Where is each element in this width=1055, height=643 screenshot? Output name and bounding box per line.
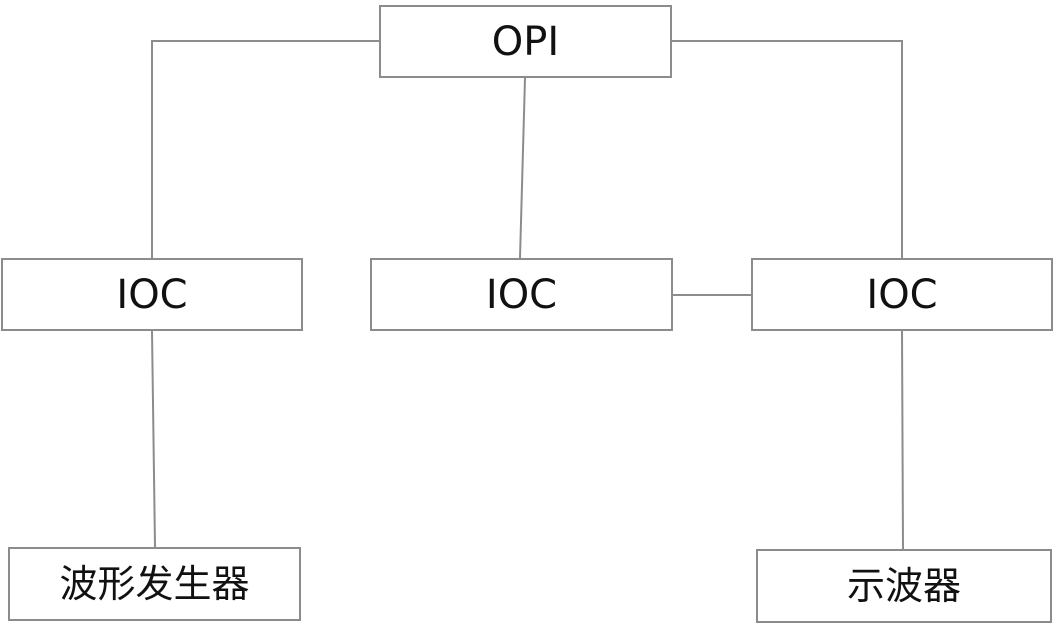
edge-ioc-left-waveform-generator [151, 330, 156, 548]
edge-opi-ioc-left [151, 40, 379, 258]
node-waveform-generator: 波形发生器 [8, 547, 301, 621]
node-ioc-left-label: IOC [116, 271, 188, 318]
system-architecture-diagram: OPI IOC IOC IOC 波形发生器 示波器 [0, 0, 1055, 643]
edge-ioc-right-oscilloscope [901, 330, 904, 550]
edge-opi-ioc-right [672, 40, 903, 258]
edge-opi-ioc-middle [519, 77, 526, 259]
node-ioc-right: IOC [751, 258, 1053, 331]
node-oscilloscope: 示波器 [756, 549, 1052, 623]
node-ioc-left: IOC [1, 258, 303, 331]
node-ioc-right-label: IOC [866, 271, 938, 318]
node-opi: OPI [379, 5, 672, 78]
node-waveform-generator-label: 波形发生器 [59, 562, 250, 606]
node-oscilloscope-label: 示波器 [846, 564, 961, 608]
node-opi-label: OPI [491, 18, 560, 65]
node-ioc-middle-label: IOC [485, 271, 558, 318]
node-ioc-middle: IOC [370, 258, 673, 331]
